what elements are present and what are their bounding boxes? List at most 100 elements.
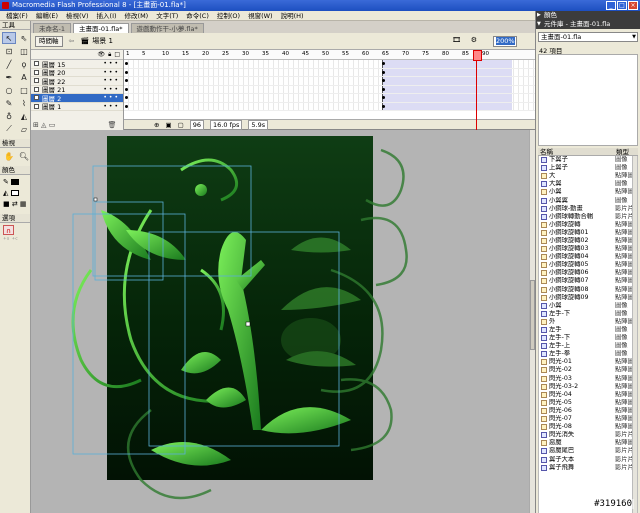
library-item[interactable]: 小鋼球轉動合輯影片片段: [539, 213, 637, 221]
edit-scene-icon[interactable]: 🎞︎: [452, 36, 461, 44]
oval-tool-icon[interactable]: ○: [2, 84, 16, 96]
delete-layer-icon[interactable]: 🗑︎: [108, 121, 117, 129]
brush-tool-icon[interactable]: ⌇: [17, 97, 31, 109]
timeline-toggle-button[interactable]: 時間軸: [35, 35, 63, 47]
frame-row[interactable]: [124, 94, 535, 103]
pencil-tool-icon[interactable]: ✎: [2, 97, 16, 109]
back-arrow-icon[interactable]: ⇦: [69, 37, 75, 45]
zoom-tool-icon[interactable]: 🔍︎: [17, 150, 31, 162]
library-item[interactable]: 小翼翼 圖像: [539, 196, 637, 204]
color-panel-header[interactable]: 顏色: [536, 11, 640, 20]
library-item[interactable]: 左手-上 圖像: [539, 342, 637, 350]
kind-column-header[interactable]: 類型: [616, 148, 638, 156]
tween-span[interactable]: [382, 94, 512, 102]
line-tool-icon[interactable]: ╱: [2, 58, 16, 70]
keyframe[interactable]: [125, 62, 128, 65]
keyframe[interactable]: [125, 70, 128, 74]
text-tool-icon[interactable]: A: [17, 71, 31, 83]
menu-item[interactable]: 控制(O): [213, 11, 244, 21]
library-item[interactable]: 小鋼球旋轉06 點陣圖: [539, 269, 637, 277]
eraser-tool-icon[interactable]: ▱: [17, 123, 31, 135]
library-item[interactable]: 大點陣圖: [539, 172, 637, 180]
tween-span[interactable]: [382, 102, 512, 110]
tween-span[interactable]: [382, 60, 512, 68]
keyframe[interactable]: [382, 104, 385, 108]
library-item[interactable]: 翼子大本影片片段: [539, 455, 637, 463]
library-item[interactable]: 小鋼球旋轉07 點陣圖: [539, 277, 637, 285]
menu-item[interactable]: 編輯(E): [32, 11, 62, 21]
stroke-color-swatch[interactable]: ✎: [3, 177, 27, 188]
playhead[interactable]: [473, 50, 482, 130]
library-item[interactable]: 左手-下 圖像: [539, 310, 637, 318]
menu-item[interactable]: 檢視(V): [62, 11, 93, 21]
menu-item[interactable]: 插入(I): [93, 11, 121, 21]
keyframe[interactable]: [382, 79, 385, 82]
frame-row[interactable]: [124, 85, 535, 94]
library-item[interactable]: 閃光-08 點陣圖: [539, 423, 637, 431]
center-frame-icon[interactable]: ⊕: [154, 121, 159, 129]
library-item[interactable]: 外點陣圖: [539, 318, 637, 326]
library-item[interactable]: 閃光-03 點陣圖: [539, 375, 637, 383]
library-panel-header[interactable]: 元件庫 - 主畫面-01.fla: [536, 20, 640, 29]
layer-toggles[interactable]: •••: [103, 77, 120, 84]
frame-rate[interactable]: 16.0 fps: [210, 119, 243, 130]
frame-row[interactable]: [124, 77, 535, 86]
tween-span[interactable]: [382, 77, 512, 85]
selection-tool-icon[interactable]: ↖: [2, 32, 16, 44]
fill-color-swatch[interactable]: ◭: [3, 188, 27, 199]
keyframe[interactable]: [125, 96, 128, 99]
free-transform-tool-icon[interactable]: ⊡: [2, 45, 16, 57]
keyframe[interactable]: [125, 87, 128, 91]
library-scrollbar[interactable]: [632, 156, 637, 513]
outline-icon[interactable]: □: [114, 51, 120, 58]
library-item[interactable]: 小鋼球-動畫影片片段: [539, 205, 637, 213]
library-item[interactable]: 上翼子 圖像: [539, 164, 637, 172]
add-guide-icon[interactable]: ◬: [41, 121, 46, 129]
keyframe[interactable]: [125, 104, 128, 108]
maximize-button[interactable]: □: [617, 1, 627, 10]
library-item[interactable]: 小鋼球旋轉05 點陣圖: [539, 261, 637, 269]
menu-item[interactable]: 文字(T): [152, 11, 182, 21]
library-item[interactable]: 惡魔 點陣圖: [539, 439, 637, 447]
layer-toggles[interactable]: •••: [103, 69, 120, 76]
paint-bucket-tool-icon[interactable]: ◭: [17, 110, 31, 122]
menu-item[interactable]: 視窗(W): [244, 11, 277, 21]
keyframe[interactable]: [382, 70, 385, 74]
keyframe[interactable]: [125, 79, 128, 82]
frame-row[interactable]: [124, 102, 535, 111]
menu-item[interactable]: 修改(M): [121, 11, 153, 21]
layer-toggles[interactable]: •••: [103, 94, 120, 101]
lock-icon[interactable]: 🔒︎: [108, 51, 111, 59]
snap-magnet-icon[interactable]: ∩: [3, 225, 14, 235]
library-item[interactable]: 閃光-04 點陣圖: [539, 391, 637, 399]
hand-tool-icon[interactable]: ✋: [2, 150, 16, 162]
library-item[interactable]: 翼子飛舞影片片段: [539, 464, 637, 472]
swap-colors-icon[interactable]: ■ ⇄ ▦: [3, 199, 27, 210]
library-document-select[interactable]: 主畫面-01.fla: [538, 32, 638, 42]
library-item[interactable]: 閃光-03-2 點陣圖: [539, 383, 637, 391]
layer-toggles[interactable]: •••: [103, 103, 120, 110]
name-column-header[interactable]: 名稱: [538, 148, 616, 156]
layer-toggles[interactable]: •••: [103, 86, 120, 93]
library-item[interactable]: 閃光-02 點陣圖: [539, 366, 637, 374]
library-item[interactable]: 小鋼球旋轉04 點陣圖: [539, 253, 637, 261]
library-item[interactable]: 下翼子 圖像: [539, 156, 637, 164]
library-item[interactable]: 小鋼球旋轉03 點陣圖: [539, 245, 637, 253]
minimize-button[interactable]: _: [606, 1, 616, 10]
tween-span[interactable]: [382, 68, 512, 76]
library-item[interactable]: 小翼 點陣圖: [539, 188, 637, 196]
library-item[interactable]: 小鋼球旋轉08 點陣圖: [539, 286, 637, 294]
library-item[interactable]: 大翼 圖像: [539, 180, 637, 188]
library-item[interactable]: 閃光消失影片片段: [539, 431, 637, 439]
layer-row[interactable]: 圖層 1 •••: [31, 103, 123, 111]
close-button[interactable]: ×: [628, 1, 638, 10]
menu-item[interactable]: 檔案(F): [2, 11, 32, 21]
library-item[interactable]: 閃光-07 點陣圖: [539, 415, 637, 423]
menu-item[interactable]: 說明(H): [277, 11, 308, 21]
scene-breadcrumb[interactable]: 🎬︎ 場景 1: [80, 36, 113, 46]
fill-transform-tool-icon[interactable]: ◫: [17, 45, 31, 57]
library-item[interactable]: 閃光-06 點陣圖: [539, 407, 637, 415]
library-item[interactable]: 小鋼球旋轉 點陣圖: [539, 221, 637, 229]
frame-grid[interactable]: 1 5 10 15 20 25 30 35 40 45 50 55 60 65 70 75 80 85 90: [124, 50, 535, 130]
document-tab[interactable]: 未命名-1: [33, 23, 71, 33]
